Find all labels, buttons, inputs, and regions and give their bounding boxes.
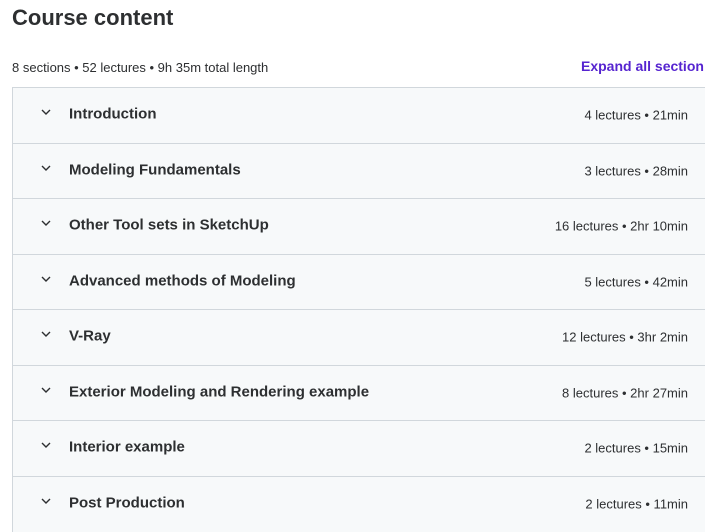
section-title: Interior example xyxy=(69,438,185,456)
section-title: V-Ray xyxy=(69,327,111,345)
sections-list: Introduction 4 lectures • 21min Modeling… xyxy=(12,87,705,532)
section-meta: 2 lectures • 15min xyxy=(584,440,688,456)
chevron-down-icon xyxy=(41,385,51,395)
chevron-down-icon xyxy=(41,440,51,450)
section-row-introduction[interactable]: Introduction 4 lectures • 21min xyxy=(13,88,705,144)
section-row-advanced-methods[interactable]: Advanced methods of Modeling 5 lectures … xyxy=(13,254,705,310)
section-title: Advanced methods of Modeling xyxy=(69,272,296,290)
expand-all-sections-button[interactable]: Expand all section xyxy=(581,58,704,74)
section-title: Other Tool sets in SketchUp xyxy=(69,216,269,234)
chevron-down-icon xyxy=(41,218,51,228)
course-summary-text: 8 sections • 52 lectures • 9h 35m total … xyxy=(12,60,269,75)
section-title: Post Production xyxy=(69,494,185,512)
section-title: Exterior Modeling and Rendering example xyxy=(69,383,370,401)
section-row-exterior-modeling[interactable]: Exterior Modeling and Rendering example … xyxy=(13,365,705,421)
section-meta: 3 lectures • 28min xyxy=(584,163,688,179)
section-meta: 5 lectures • 42min xyxy=(584,274,688,290)
section-meta: 8 lectures • 2hr 27min xyxy=(562,385,688,401)
section-row-interior-example[interactable]: Interior example 2 lectures • 15min xyxy=(13,421,705,477)
chevron-down-icon xyxy=(41,163,51,173)
section-row-other-tool-sets[interactable]: Other Tool sets in SketchUp 16 lectures … xyxy=(13,199,705,255)
section-row-modeling-fundamentals[interactable]: Modeling Fundamentals 3 lectures • 28min xyxy=(13,143,705,199)
section-title: Introduction xyxy=(69,105,157,123)
chevron-down-icon xyxy=(41,329,51,339)
course-summary-row: 8 sections • 52 lectures • 9h 35m total … xyxy=(12,58,705,78)
section-meta: 2 lectures • 11min xyxy=(585,496,688,512)
section-meta: 16 lectures • 2hr 10min xyxy=(554,218,688,234)
course-content-title: Course content xyxy=(12,5,174,30)
section-title: Modeling Fundamentals xyxy=(69,161,241,179)
chevron-down-icon xyxy=(41,107,51,117)
section-row-post-production[interactable]: Post Production 2 lectures • 11min xyxy=(13,476,705,532)
section-row-v-ray[interactable]: V-Ray 12 lectures • 3hr 2min xyxy=(13,310,705,366)
chevron-down-icon xyxy=(41,496,51,506)
section-meta: 12 lectures • 3hr 2min xyxy=(562,329,688,345)
section-meta: 4 lectures • 21min xyxy=(584,107,688,123)
chevron-down-icon xyxy=(41,274,51,284)
